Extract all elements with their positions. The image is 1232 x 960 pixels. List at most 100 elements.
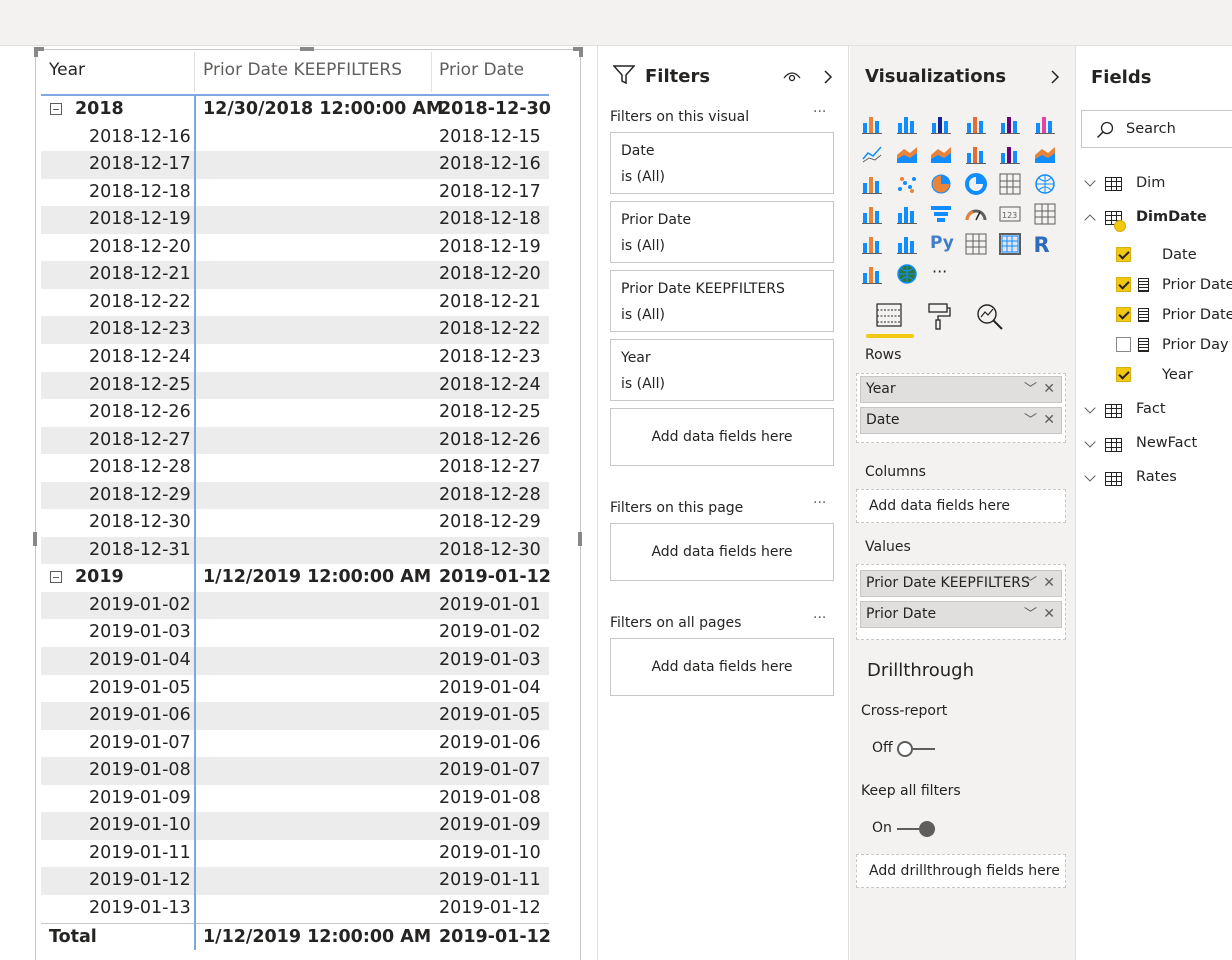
- cross-report-toggle[interactable]: [897, 741, 937, 757]
- more-options-icon[interactable]: ···: [813, 104, 826, 120]
- filter-card-date[interactable]: Date is (All): [610, 132, 834, 194]
- chevron-right-icon[interactable]: [823, 69, 833, 85]
- kpi-icon[interactable]: [861, 233, 883, 255]
- column-separator[interactable]: [194, 52, 195, 92]
- resize-handle-right[interactable]: [578, 532, 582, 546]
- chevron-up-icon[interactable]: [1084, 214, 1096, 226]
- python-visual-icon[interactable]: Py: [930, 233, 954, 255]
- table-row[interactable]: 2018-12-26 2018-12-25: [41, 399, 549, 427]
- more-options-icon[interactable]: ···: [813, 495, 826, 511]
- table-row[interactable]: 2019-01-09 2019-01-08: [41, 785, 549, 813]
- slicer-icon[interactable]: [896, 233, 918, 255]
- table-rates[interactable]: Rates: [1136, 469, 1177, 485]
- columns-well[interactable]: Add data fields here: [856, 489, 1066, 523]
- values-well[interactable]: Prior Date KEEPFILTERS ﹀ ✕ Prior Date ﹀ ✕: [856, 564, 1066, 640]
- filter-card-prior-date-keepfilters[interactable]: Prior Date KEEPFILTERS is (All): [610, 270, 834, 332]
- rows-field-pill[interactable]: Date ﹀ ✕: [860, 407, 1062, 434]
- search-box[interactable]: Search: [1081, 110, 1232, 148]
- chevron-down-icon[interactable]: [1084, 402, 1096, 414]
- matrix-group-row[interactable]: 2019 1/12/2019 12:00:00 AM 2019-01-12: [41, 564, 551, 592]
- table-row[interactable]: 2018-12-25 2018-12-24: [41, 371, 549, 399]
- resize-handle-tl-v[interactable]: [34, 47, 38, 57]
- table-row[interactable]: 2018-12-27 2018-12-26: [41, 426, 549, 455]
- analytics-magnifier-icon[interactable]: [976, 303, 1004, 331]
- field-checkbox[interactable]: [1116, 307, 1131, 322]
- waterfall-icon[interactable]: [861, 173, 883, 195]
- table-row[interactable]: 2018-12-29 2018-12-28: [41, 481, 549, 510]
- line-column-icon[interactable]: [965, 143, 987, 165]
- table-row[interactable]: 2018-12-16 2018-12-15: [41, 124, 549, 152]
- matrix-header-row[interactable]: Year Prior Date KEEPFILTERS Prior Date: [41, 55, 549, 95]
- table-row[interactable]: 2018-12-28 2018-12-27: [41, 454, 549, 482]
- chevron-down-icon[interactable]: [1084, 470, 1096, 482]
- resize-handle-tr-v[interactable]: [579, 47, 583, 57]
- ribbon-chart-icon[interactable]: [1034, 143, 1056, 165]
- table-visual-icon[interactable]: [965, 233, 987, 255]
- area-chart-icon[interactable]: [896, 143, 918, 165]
- table-row[interactable]: 2018-12-19 2018-12-18: [41, 206, 549, 234]
- clustered-column-icon[interactable]: [965, 113, 987, 135]
- chevron-down-icon[interactable]: ﹀: [1024, 602, 1037, 627]
- more-visuals-icon[interactable]: ···: [932, 262, 947, 281]
- table-newfact[interactable]: NewFact: [1136, 435, 1197, 451]
- eye-icon[interactable]: [783, 70, 801, 82]
- resize-handle-top[interactable]: [300, 47, 314, 51]
- field-prior-day[interactable]: Prior Day A: [1162, 337, 1232, 353]
- table-row[interactable]: 2018-12-17 2018-12-16: [41, 151, 549, 179]
- field-checkbox[interactable]: [1116, 277, 1131, 292]
- matrix-group-row[interactable]: 2018 12/30/2018 12:00:00 AM 2018-12-30: [41, 96, 551, 124]
- values-field-pill[interactable]: Prior Date KEEPFILTERS ﹀ ✕: [860, 570, 1062, 597]
- fields-tab-icon[interactable]: [875, 301, 903, 329]
- table-row[interactable]: 2018-12-23 2018-12-22: [41, 316, 549, 344]
- field-checkbox[interactable]: [1116, 337, 1131, 352]
- chevron-down-icon[interactable]: [1084, 175, 1096, 187]
- close-icon[interactable]: ✕: [1043, 571, 1055, 596]
- rows-field-pill[interactable]: Year ﹀ ✕: [860, 376, 1062, 403]
- clustered-bar-icon[interactable]: [930, 113, 952, 135]
- table-row[interactable]: 2018-12-22 2018-12-21: [41, 289, 549, 317]
- filter-card-prior-date[interactable]: Prior Date is (All): [610, 201, 834, 263]
- funnel-icon[interactable]: [930, 203, 952, 225]
- stacked-column-icon[interactable]: [896, 113, 918, 135]
- matrix-visual-icon[interactable]: [999, 233, 1021, 255]
- close-icon[interactable]: ✕: [1043, 408, 1055, 433]
- table-row[interactable]: 2018-12-24 2018-12-23: [41, 344, 549, 372]
- card-icon[interactable]: 123: [999, 203, 1021, 225]
- chevron-down-icon[interactable]: ﹀: [1024, 377, 1037, 402]
- table-row[interactable]: 2019-01-07 2019-01-06: [41, 730, 549, 758]
- table-row[interactable]: 2019-01-10 2019-01-09: [41, 812, 549, 840]
- map-icon[interactable]: [1034, 173, 1056, 195]
- stacked-area-icon[interactable]: [930, 143, 952, 165]
- chevron-down-icon[interactable]: ﹀: [1024, 408, 1037, 433]
- column-separator[interactable]: [431, 52, 432, 92]
- resize-handle-left[interactable]: [33, 532, 37, 546]
- close-icon[interactable]: ✕: [1043, 377, 1055, 402]
- donut-chart-icon[interactable]: [964, 173, 987, 195]
- matrix-total-row[interactable]: Total 1/12/2019 12:00:00 AM 2019-01-12: [41, 922, 551, 951]
- field-prior-date[interactable]: Prior Date: [1162, 277, 1232, 293]
- chevron-right-icon[interactable]: [1050, 69, 1060, 85]
- table-row[interactable]: 2019-01-08 2019-01-07: [41, 757, 549, 785]
- table-row[interactable]: 2019-01-02 2019-01-01: [41, 591, 549, 620]
- close-icon[interactable]: ✕: [1043, 602, 1055, 627]
- treemap-icon[interactable]: [999, 173, 1021, 195]
- table-row[interactable]: 2019-01-05 2019-01-04: [41, 675, 549, 703]
- table-row[interactable]: 2019-01-06 2019-01-05: [41, 702, 549, 730]
- rows-well[interactable]: Year ﹀ ✕ Date ﹀ ✕: [856, 373, 1066, 443]
- values-field-pill[interactable]: Prior Date ﹀ ✕: [860, 601, 1062, 628]
- multirow-card-icon[interactable]: [1034, 203, 1056, 225]
- r-visual-icon[interactable]: R: [1034, 233, 1056, 257]
- page-filter-drop-zone[interactable]: Add data fields here: [610, 523, 834, 581]
- table-row[interactable]: 2018-12-31 2018-12-30: [41, 536, 549, 565]
- table-fact[interactable]: Fact: [1136, 401, 1166, 417]
- table-row[interactable]: 2019-01-04 2019-01-03: [41, 647, 549, 675]
- field-year[interactable]: Year: [1162, 367, 1193, 383]
- filled-map-icon[interactable]: [861, 203, 883, 225]
- table-row[interactable]: 2019-01-11 2019-01-10: [41, 840, 549, 868]
- 100-bar-icon[interactable]: [999, 113, 1021, 135]
- table-dim[interactable]: Dim: [1136, 175, 1165, 191]
- drillthrough-well[interactable]: Add drillthrough fields here: [856, 854, 1066, 888]
- line-chart-icon[interactable]: [861, 143, 883, 165]
- table-row[interactable]: 2019-01-12 2019-01-11: [41, 867, 549, 895]
- chevron-down-icon[interactable]: [1084, 436, 1096, 448]
